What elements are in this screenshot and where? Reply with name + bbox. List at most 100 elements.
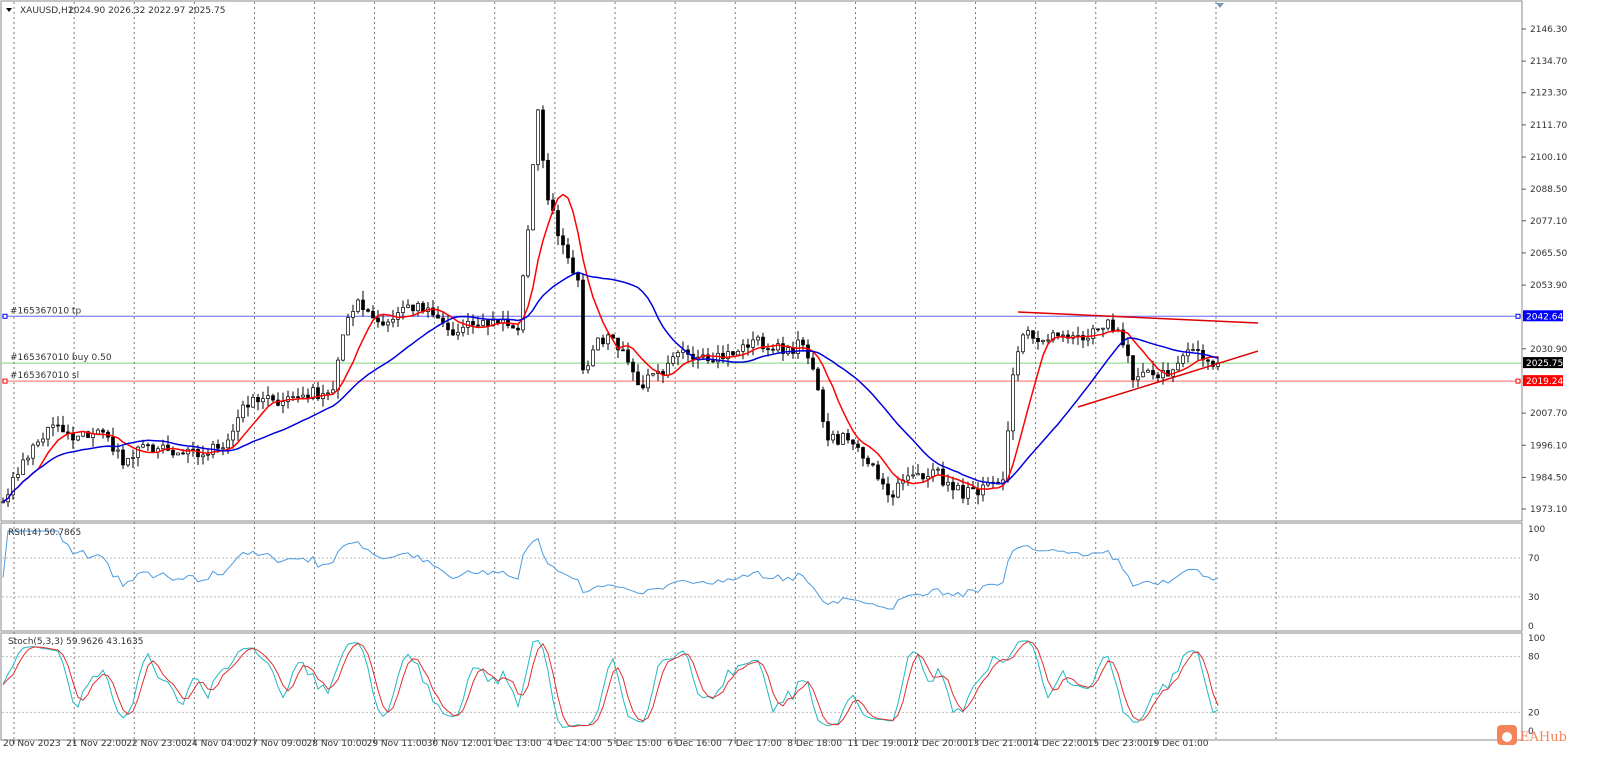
candle-body: [846, 433, 850, 441]
candle-body: [481, 320, 485, 326]
candle-body: [536, 109, 540, 166]
candle-body: [406, 304, 410, 308]
candle-body: [881, 478, 885, 485]
time-label: 29 Nov 11:00: [367, 739, 428, 749]
trade-line-handle-sl[interactable]: [1515, 378, 1521, 384]
candle-body: [291, 396, 295, 398]
candle-body: [1196, 349, 1200, 351]
trading-chart[interactable]: #165367010 tp #165367010 buy 0.50 #1653670…: [0, 0, 1600, 765]
candle-body: [841, 433, 845, 445]
candle-body: [1101, 327, 1105, 330]
candle-body: [636, 371, 640, 386]
candle-body: [1086, 337, 1090, 341]
candle-body: [271, 395, 275, 401]
price-label: 1996.10: [1530, 441, 1567, 451]
candle-body: [891, 494, 895, 498]
candle-body: [16, 474, 20, 478]
candle-body: [31, 444, 35, 459]
candle-body: [711, 360, 715, 363]
trade-line-handle-tp[interactable]: [1515, 313, 1521, 319]
candle-body: [41, 438, 45, 443]
price-label: 2088.50: [1530, 185, 1567, 195]
candle-body: [21, 459, 25, 475]
candle-body: [671, 356, 675, 364]
time-label: 27 Nov 09:00: [246, 739, 307, 749]
candle-body: [1046, 339, 1050, 342]
candle-body: [541, 109, 545, 161]
candle-body: [521, 275, 525, 331]
candle-body: [1061, 334, 1065, 337]
candle-body: [116, 449, 120, 452]
candle-body: [236, 417, 240, 432]
candle-body: [1131, 355, 1135, 381]
candle-body: [281, 401, 285, 406]
candle-body: [1091, 328, 1095, 339]
candle-body: [246, 404, 250, 408]
candle-body: [26, 457, 30, 461]
candle-body: [1146, 369, 1150, 373]
candle-body: [1011, 374, 1015, 432]
price-label: 2077.10: [1530, 217, 1567, 227]
price-label: 2030.90: [1530, 345, 1567, 355]
eahub-logo-face-icon: [1502, 732, 1512, 742]
candle-body: [151, 444, 155, 453]
candle-body: [876, 464, 880, 480]
time-label: 19 Dec 01:00: [1148, 739, 1209, 749]
stoch-level-label: 20: [1528, 708, 1540, 718]
candle-body: [811, 357, 815, 370]
candle-body: [326, 392, 330, 395]
candle-body: [1151, 369, 1155, 376]
candle-body: [646, 374, 650, 389]
time-label: 14 Dec 22:00: [1028, 739, 1089, 749]
ohlc-label: 2024.90 2026.32 2022.97 2025.75: [68, 6, 225, 16]
candle-body: [386, 321, 390, 326]
candle-body: [471, 321, 475, 326]
trade-line-handle-tp[interactable]: [2, 313, 8, 319]
candle-body: [651, 373, 655, 376]
candle-body: [516, 327, 520, 331]
candle-body: [161, 444, 165, 450]
candle-body: [826, 421, 830, 441]
candle-body: [146, 444, 150, 447]
time-label: 15 Dec 23:00: [1088, 739, 1149, 749]
candle-body: [951, 481, 955, 491]
price-label: 2134.70: [1530, 57, 1567, 67]
candle-body: [621, 349, 625, 352]
candle-body: [1176, 362, 1180, 371]
candle-body: [771, 348, 775, 351]
candle-body: [756, 336, 760, 341]
candle-body: [971, 487, 975, 490]
candle-body: [356, 299, 360, 312]
candle-body: [861, 447, 865, 459]
time-label: 21 Nov 22:00: [66, 739, 127, 749]
trade-line-handle-sl[interactable]: [2, 378, 8, 384]
candle-body: [816, 368, 820, 391]
candle-body: [51, 424, 55, 428]
candle-body: [396, 312, 400, 320]
candle-body: [461, 327, 465, 333]
trade-line-label-sl: #165367010 sl: [10, 371, 79, 381]
time-label: 11 Dec 19:00: [847, 739, 908, 749]
candle-body: [46, 427, 50, 440]
price-label: 2123.30: [1530, 89, 1567, 99]
candle-body: [376, 317, 380, 323]
candle-body: [1191, 349, 1195, 351]
candle-body: [216, 443, 220, 449]
candle-body: [341, 334, 345, 361]
candle-body: [961, 485, 965, 499]
candle-body: [476, 324, 480, 327]
candle-body: [1041, 339, 1045, 342]
candle-body: [626, 349, 630, 363]
candle-body: [446, 322, 450, 331]
candle-body: [1111, 319, 1115, 332]
candle-body: [851, 439, 855, 445]
candle-body: [381, 321, 385, 326]
time-label: 30 Nov 12:00: [427, 739, 488, 749]
candle-body: [411, 304, 415, 312]
candle-body: [836, 434, 840, 445]
candle-body: [731, 351, 735, 356]
price-label: 2053.90: [1530, 281, 1567, 291]
candle-body: [741, 344, 745, 352]
candle-body: [196, 448, 200, 458]
candle-body: [916, 473, 920, 476]
